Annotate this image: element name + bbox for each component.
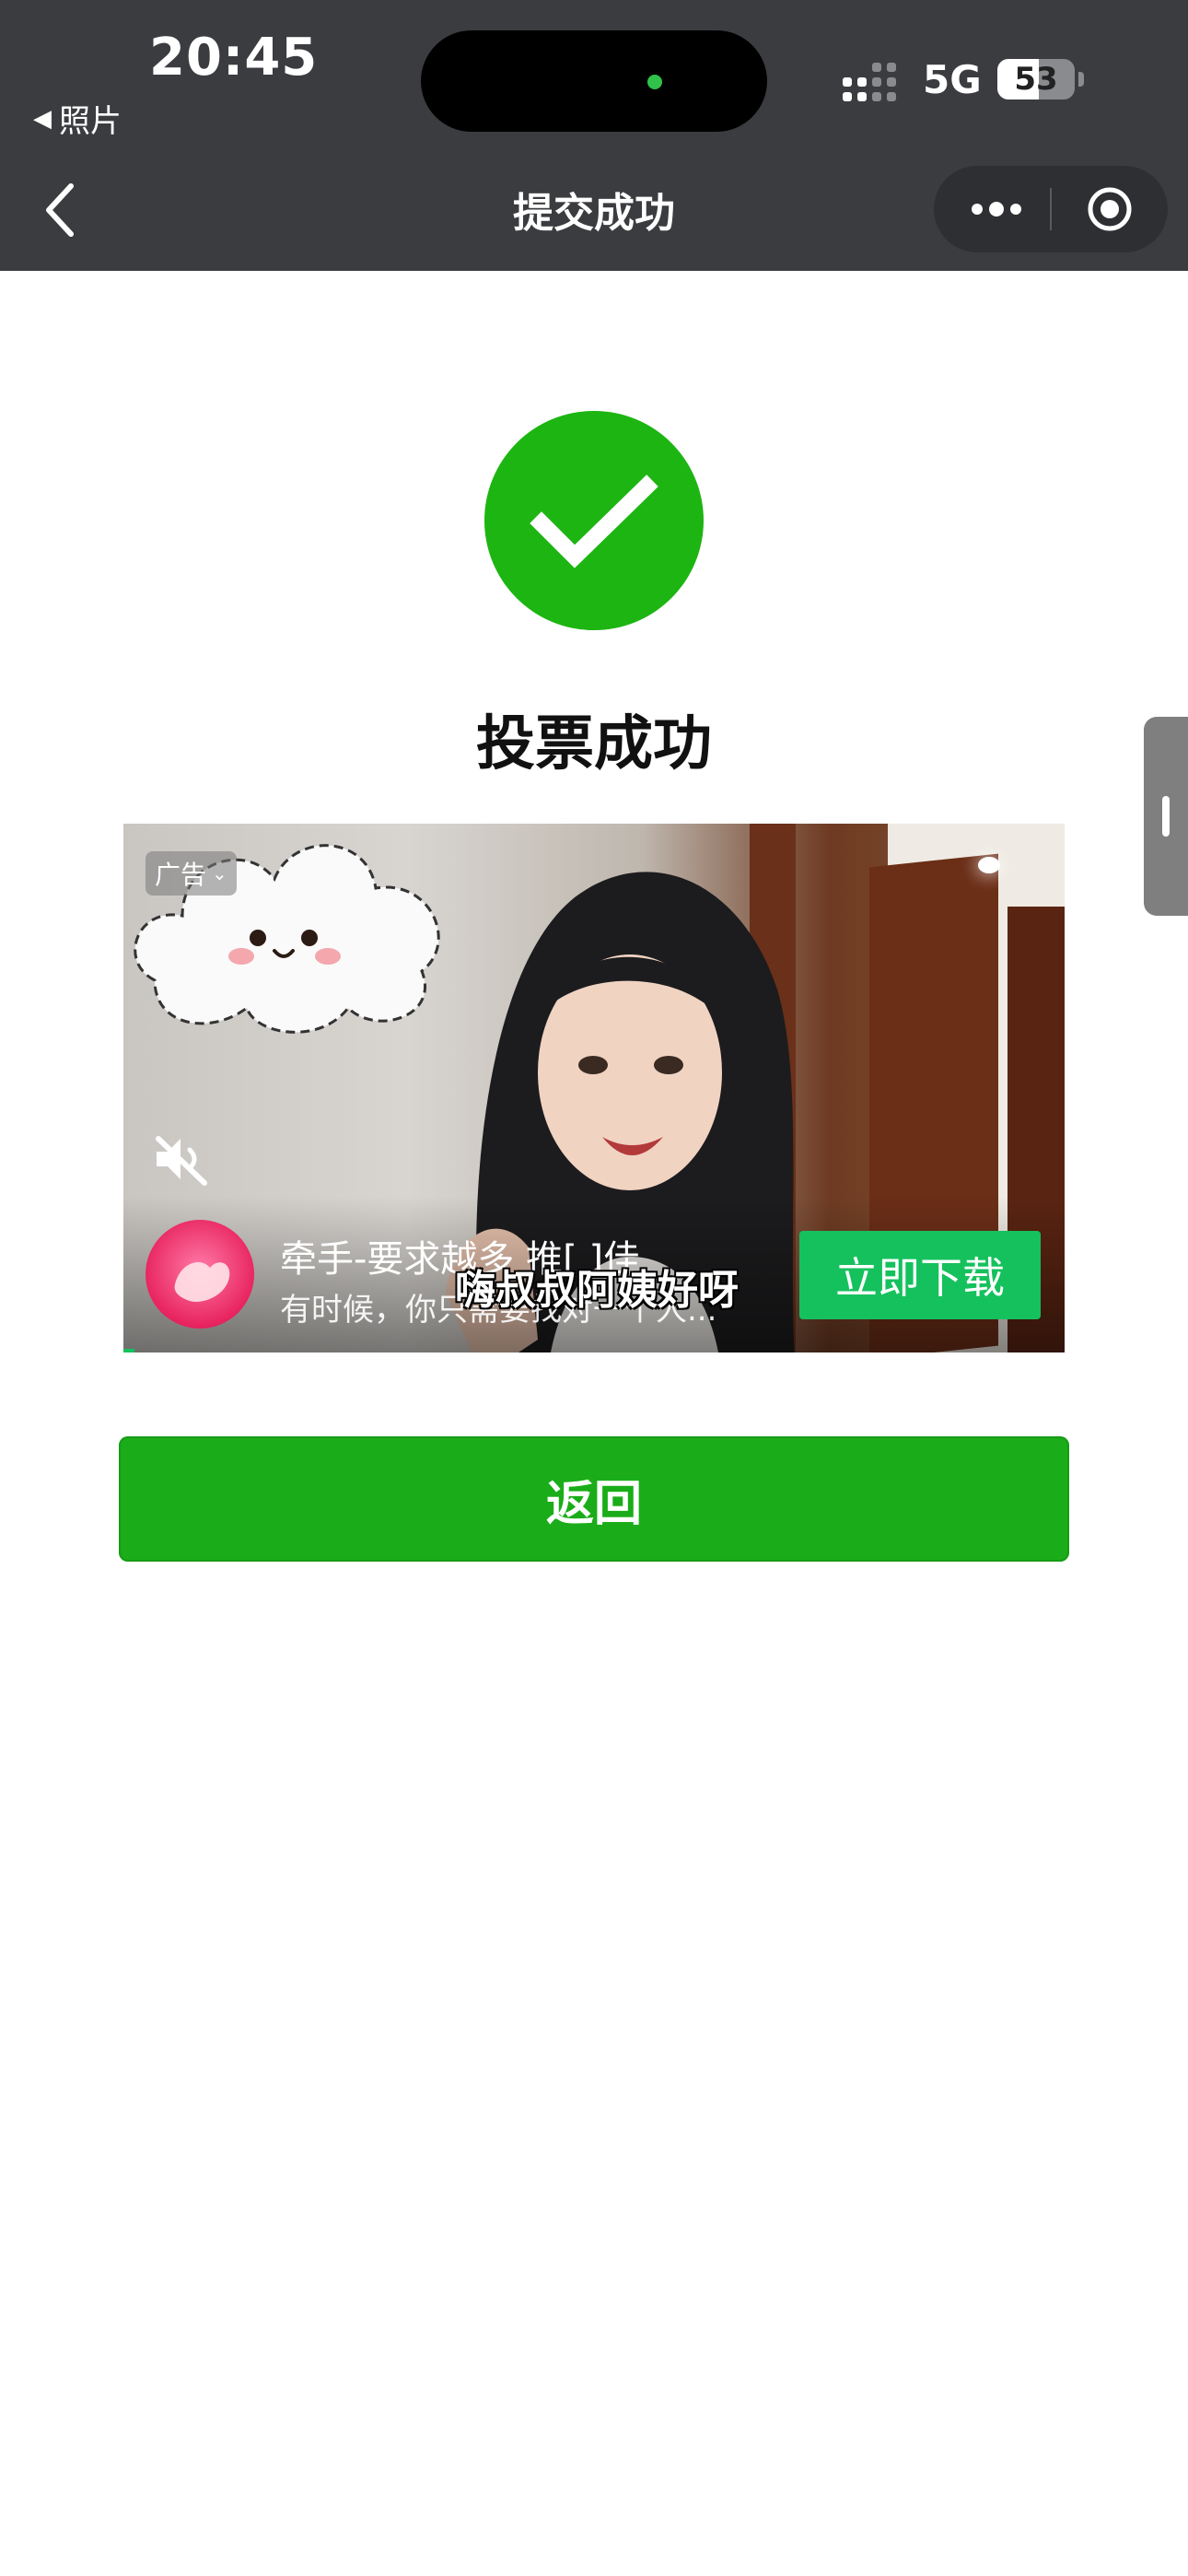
video-ad[interactable]: 广告 ⌄ 牵手-要求越多 推[ ]佳 有时候，你只需要找对一个人... 嗨叔叔阿… — [123, 824, 1065, 1352]
ad-tag-label: 广告 — [155, 860, 207, 890]
video-subtitle: 嗨叔叔阿姨好呀 — [455, 1267, 739, 1314]
speaker-mute-icon[interactable] — [151, 1131, 212, 1187]
battery-percent: 53 — [1014, 61, 1058, 98]
app-logo-icon[interactable] — [146, 1220, 254, 1329]
back-triangle-icon: ◀ — [33, 104, 52, 133]
network-type: 5G — [923, 57, 982, 102]
battery-cap — [1078, 72, 1084, 87]
more-dots-icon — [972, 204, 983, 215]
side-drawer-handle[interactable] — [1144, 717, 1188, 916]
signal-icon — [843, 63, 896, 101]
mini-program-capsule — [934, 166, 1168, 252]
ad-tag[interactable]: 广告 ⌄ — [146, 851, 237, 896]
status-time: 20:45 — [149, 28, 319, 88]
back-to-app-label: 照片 — [59, 103, 122, 140]
result-title: 投票成功 — [476, 710, 712, 779]
more-button[interactable] — [950, 166, 1042, 252]
camera-indicator-icon — [647, 75, 662, 89]
download-button[interactable]: 立即下载 — [799, 1231, 1041, 1319]
top-header: 20:45 ◀ 照片 5G 53 提交成功 — [0, 0, 1188, 271]
chevron-down-icon: ⌄ — [212, 862, 227, 884]
return-button[interactable]: 返回 — [119, 1436, 1069, 1562]
video-progress-bar — [123, 1349, 134, 1352]
close-mini-program-button[interactable] — [1087, 186, 1133, 232]
battery-icon: 53 — [997, 59, 1075, 100]
back-to-app-link[interactable]: ◀ 照片 — [33, 96, 122, 141]
dynamic-island — [421, 30, 767, 132]
check-circle-icon — [484, 411, 704, 630]
